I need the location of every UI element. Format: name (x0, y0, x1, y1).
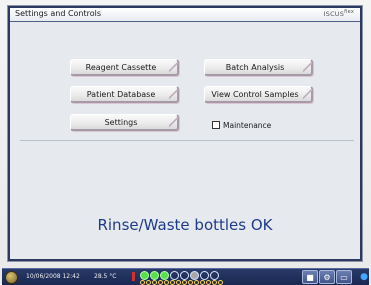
settings-label: Settings (104, 117, 138, 127)
taskbar: 10/06/2008 12:42 28.5 °C ■ ⚙ ▭ ● (2, 268, 369, 285)
button-bevel-icon (303, 59, 312, 75)
maintenance-checkbox[interactable] (212, 121, 220, 129)
position-indicator-icon (146, 280, 151, 285)
button-bevel-icon (303, 86, 312, 102)
batch-analysis-button[interactable]: Batch Analysis (204, 59, 313, 76)
patient-database-label: Patient Database (86, 89, 156, 99)
status-indicator-icon (160, 271, 169, 280)
position-indicator-icon (188, 280, 193, 285)
reagent-cassette-button[interactable]: Reagent Cassette (70, 59, 179, 76)
status-indicator-icon (170, 271, 179, 280)
position-indicator-icon (152, 280, 157, 285)
status-message: Rinse/Waste bottles OK (97, 216, 273, 234)
view-control-samples-label: View Control Samples (211, 89, 299, 99)
button-bevel-icon (169, 59, 178, 75)
status-indicator-icon (210, 271, 219, 280)
position-indicator-icon (200, 280, 205, 285)
reagent-cassette-label: Reagent Cassette (85, 62, 157, 72)
taskbar-datetime: 10/06/2008 12:42 (26, 273, 80, 280)
position-indicator-icon (212, 280, 217, 285)
position-indicator-icon (206, 280, 211, 285)
status-indicators (140, 271, 219, 280)
status-indicator-icon (200, 271, 209, 280)
settings-button[interactable]: Settings (70, 114, 179, 131)
button-bevel-icon (169, 86, 178, 102)
view-control-samples-button[interactable]: View Control Samples (204, 86, 313, 103)
maintenance-checkbox-row[interactable]: Maintenance (212, 120, 271, 130)
batch-analysis-label: Batch Analysis (225, 62, 285, 72)
position-indicator-icon (170, 280, 175, 285)
status-indicator-icon (150, 271, 159, 280)
position-indicator-icon (158, 280, 163, 285)
brand-name: ISCUS (323, 10, 345, 19)
section-divider (20, 140, 354, 141)
globe-icon[interactable]: ● (360, 272, 368, 282)
position-indicator-icon (194, 280, 199, 285)
power-icon[interactable] (5, 271, 18, 284)
position-indicator-icon (140, 280, 145, 285)
position-indicator-icon (176, 280, 181, 285)
patient-database-button[interactable]: Patient Database (70, 86, 179, 103)
position-indicators (140, 280, 223, 285)
gear-icon[interactable]: ⚙ (319, 270, 335, 284)
status-indicator-icon (180, 271, 189, 280)
main-window: Settings and Controls ISCUSflex Reagent … (7, 5, 363, 262)
taskbar-temperature: 28.5 °C (94, 273, 117, 280)
brand-logo: ISCUSflex (324, 9, 354, 18)
position-indicator-icon (164, 280, 169, 285)
maintenance-label: Maintenance (223, 120, 272, 130)
status-indicator-icon (190, 271, 199, 280)
status-indicator-icon (140, 271, 149, 280)
button-bevel-icon (169, 114, 178, 130)
position-indicator-icon (218, 280, 223, 285)
title-bar: Settings and Controls ISCUSflex (10, 8, 360, 22)
folder-icon[interactable]: ▭ (336, 270, 352, 284)
position-indicator-icon (182, 280, 187, 285)
window-title: Settings and Controls (15, 9, 102, 18)
brand-superscript: flex (344, 9, 354, 15)
window-icon[interactable]: ■ (302, 270, 318, 284)
alert-flag-icon (132, 272, 135, 281)
